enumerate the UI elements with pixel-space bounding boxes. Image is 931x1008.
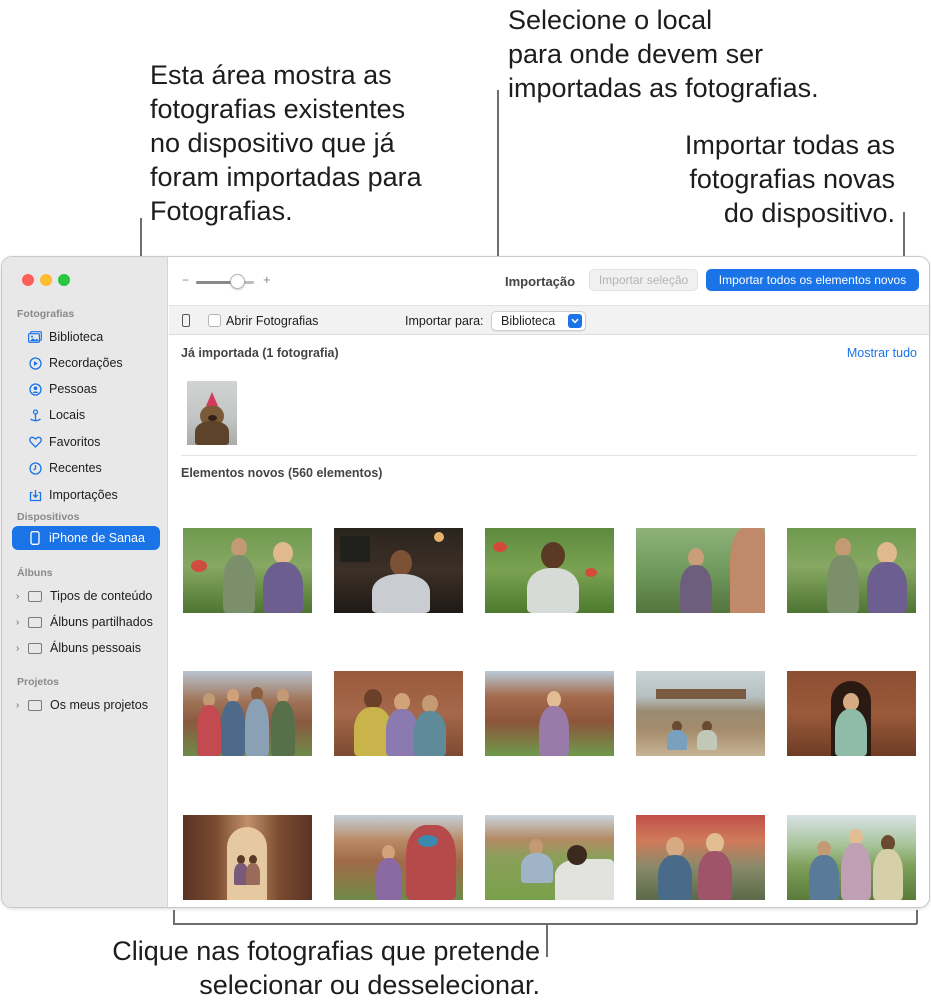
iphone-icon [28,531,42,545]
toolbar-title: Importação [505,274,576,289]
sidebar-item-places[interactable]: Locais [12,403,160,427]
imports-icon [28,488,42,502]
chevron-right-icon[interactable]: › [16,700,26,711]
sidebar-section-projects: Projetos [17,676,60,688]
zoom-out-icon[interactable]: − [182,273,189,287]
import-selection-button[interactable]: Importar seleção [589,269,698,291]
chevron-right-icon[interactable]: › [16,643,26,654]
new-photo-thumbnail[interactable] [787,815,916,900]
show-all-link[interactable]: Mostrar tudo [847,346,917,360]
sidebar-item-library[interactable]: Biblioteca [12,325,160,349]
zoom-window-button[interactable] [58,274,70,286]
sidebar-item-memories[interactable]: Recordações [12,351,160,375]
new-items-title: Elementos novos (560 elementos) [181,466,383,480]
sidebar-item-label: Favoritos [49,435,101,449]
sidebar-item-iphone[interactable]: iPhone de Sanaa [12,526,160,550]
folder-icon [28,699,42,711]
sidebar-item-label: Recentes [49,461,102,475]
sidebar-item-label: Álbuns partilhados [50,615,153,629]
sidebar-item-shared-albums[interactable]: › Álbuns partilhados [12,610,160,634]
callout-click-photos: Clique nas fotografias que pretende sele… [112,936,540,1000]
callout-import-all: Importar todas as fotografias novas do d… [684,130,895,228]
folder-icon [28,642,42,654]
new-photo-thumbnail[interactable] [334,671,463,756]
import-all-new-button[interactable]: Importar todos os elementos novos [706,269,919,291]
sidebar-item-my-projects[interactable]: › Os meus projetos [12,693,160,717]
people-icon [28,382,42,396]
sidebar-item-label: Os meus projetos [50,698,148,712]
zoom-slider-knob[interactable] [229,274,245,289]
callout-existing-photos: Esta área mostra as fotografias existent… [150,60,422,226]
memories-icon [28,356,42,370]
new-photo-thumbnail[interactable] [183,815,312,900]
section-divider [181,455,917,456]
minimize-window-button[interactable] [40,274,52,286]
toolbar: − + Importação Importar seleção Importar… [169,257,929,305]
folder-icon [28,616,42,628]
sidebar-item-people[interactable]: Pessoas [12,377,160,401]
sidebar-item-my-albums[interactable]: › Álbuns pessoais [12,636,160,660]
zoom-slider[interactable] [196,281,254,284]
sidebar-item-recents[interactable]: Recentes [12,456,160,480]
sidebar-section-devices: Dispositivos [17,511,80,523]
new-photo-thumbnail[interactable] [485,528,614,613]
sidebar-item-label: Recordações [49,356,123,370]
imported-photo[interactable] [187,381,237,445]
new-photo-thumbnail[interactable] [636,671,765,756]
sidebar-item-content-types[interactable]: › Tipos de conteúdo [12,584,160,608]
sidebar-item-label: Tipos de conteúdo [50,589,153,603]
new-photo-thumbnail[interactable] [334,528,463,613]
callout-select-location: Selecione o local para onde devem ser im… [508,5,819,103]
new-photo-thumbnail[interactable] [183,671,312,756]
sidebar-section-photos: Fotografias [17,308,75,320]
chevron-down-icon [568,314,582,328]
new-photo-thumbnail[interactable] [636,528,765,613]
clock-icon [28,461,42,475]
import-to-label: Importar para: [405,314,484,328]
import-content: Já importada (1 fotografia) Mostrar tudo… [169,335,929,907]
photos-import-window: Fotografias Biblioteca Recordações Pesso… [1,256,930,908]
new-photo-thumbnail[interactable] [636,815,765,900]
sidebar-item-label: Biblioteca [49,330,104,344]
open-photos-checkbox[interactable] [208,314,221,327]
chevron-right-icon[interactable]: › [16,591,26,602]
folder-icon [28,590,42,602]
new-photo-thumbnail[interactable] [334,815,463,900]
sidebar-item-imports[interactable]: Importações [12,483,160,507]
heart-icon [28,435,42,449]
new-photo-thumbnail[interactable] [787,671,916,756]
import-destination-select[interactable]: Biblioteca [491,311,586,331]
new-photo-thumbnail[interactable] [485,815,614,900]
places-icon [28,408,42,422]
sidebar-item-favorites[interactable]: Favoritos [12,430,160,454]
import-destination-value: Biblioteca [501,314,556,328]
close-window-button[interactable] [22,274,34,286]
iphone-icon [182,314,190,327]
import-options-bar: Abrir Fotografias Importar para: Bibliot… [169,305,929,335]
sidebar-item-label: Locais [49,408,86,422]
chevron-right-icon[interactable]: › [16,617,26,628]
new-photo-thumbnail[interactable] [183,528,312,613]
already-imported-title: Já importada (1 fotografia) [181,346,339,360]
new-photo-thumbnail[interactable] [787,528,916,613]
sidebar-item-label: iPhone de Sanaa [49,531,145,545]
sidebar-item-label: Pessoas [49,382,97,396]
sidebar-item-label: Importações [49,488,118,502]
sidebar-section-albums: Álbuns [17,567,53,579]
sidebar-item-label: Álbuns pessoais [50,641,142,655]
new-photo-thumbnail[interactable] [485,671,614,756]
open-photos-label[interactable]: Abrir Fotografias [226,314,318,328]
sidebar: Fotografias Biblioteca Recordações Pesso… [2,257,168,907]
library-icon [28,330,42,344]
zoom-in-icon[interactable]: + [263,272,271,287]
